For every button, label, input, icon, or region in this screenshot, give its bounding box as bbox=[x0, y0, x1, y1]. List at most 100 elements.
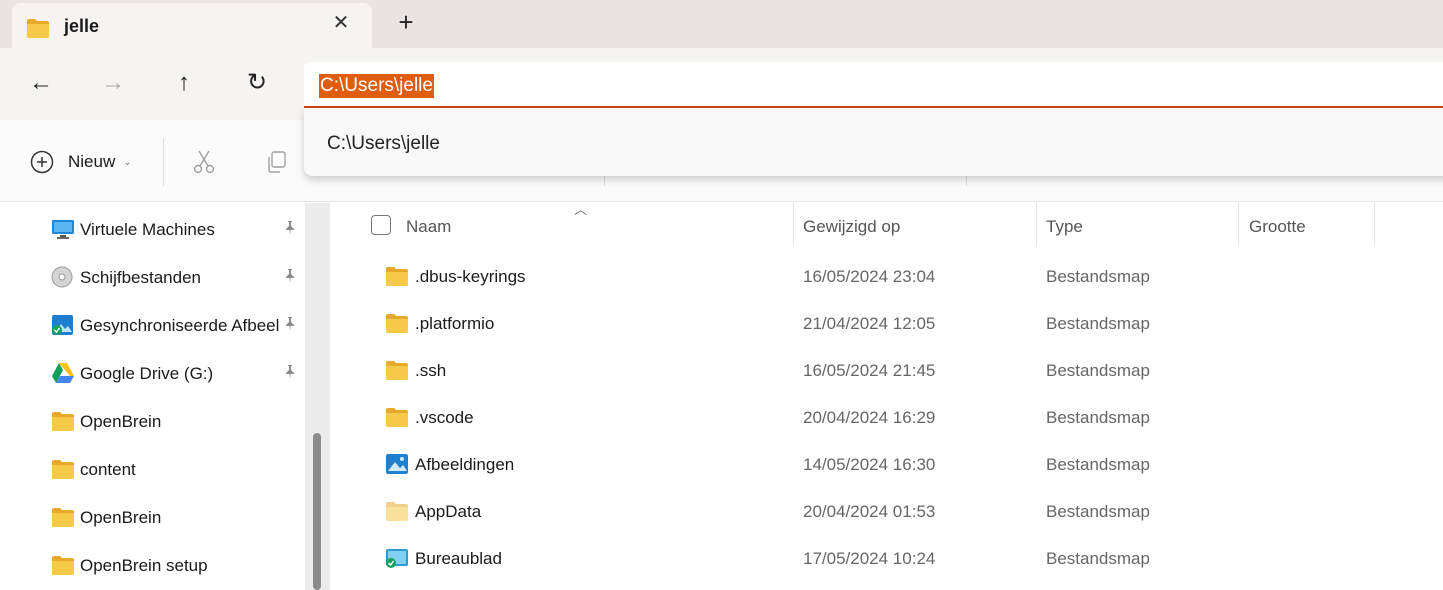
sort-ascending-icon: ︿ bbox=[574, 202, 588, 217]
file-name: Bureaublad bbox=[415, 549, 502, 568]
folder-icon bbox=[386, 314, 408, 333]
file-type: Bestandsmap bbox=[1046, 314, 1150, 333]
sidebar-item-label: Gesynchroniseerde Afbeeldingen bbox=[80, 316, 280, 335]
table-row[interactable]: Bureaublad 17/05/2024 10:24 Bestandsmap bbox=[330, 535, 1443, 582]
sidebar-item-label: Virtuele Machines bbox=[80, 220, 215, 239]
disc-icon bbox=[51, 266, 73, 288]
navigation-pane: Virtuele Machines Schijfbestanden Gesync… bbox=[0, 203, 305, 590]
table-row[interactable]: .ssh 16/05/2024 21:45 Bestandsmap bbox=[330, 347, 1443, 394]
folder-icon bbox=[52, 556, 74, 575]
file-name: Afbeeldingen bbox=[415, 455, 515, 474]
file-modified: 16/05/2024 21:45 bbox=[803, 361, 936, 380]
folder-icon bbox=[386, 361, 408, 380]
folder-icon bbox=[52, 460, 74, 479]
file-type: Bestandsmap bbox=[1046, 455, 1150, 474]
forward-button[interactable]: → bbox=[100, 70, 126, 96]
pin-icon[interactable] bbox=[282, 364, 298, 380]
address-suggestions: C:\Users\jelle bbox=[304, 108, 1443, 176]
pin-icon[interactable] bbox=[282, 268, 298, 284]
monitor-icon bbox=[52, 220, 74, 239]
desktop-folder-icon bbox=[386, 549, 408, 568]
column-header-size[interactable]: Grootte bbox=[1249, 217, 1306, 237]
tab-jelle[interactable]: jelle ✕ bbox=[12, 3, 372, 48]
sidebar-item-label: Google Drive (G:) bbox=[80, 364, 214, 383]
table-row[interactable]: Afbeeldingen 14/05/2024 16:30 Bestandsma… bbox=[330, 441, 1443, 488]
file-name: .platformio bbox=[415, 314, 495, 333]
sidebar-item-schijfbestanden[interactable]: Schijfbestanden bbox=[0, 253, 305, 299]
file-modified: 17/05/2024 10:24 bbox=[803, 549, 936, 568]
column-divider[interactable] bbox=[1374, 203, 1375, 245]
sidebar-item-gesynchroniseerde-afbeeldingen[interactable]: Gesynchroniseerde Afbeeldingen bbox=[0, 301, 305, 347]
new-button[interactable]: Nieuw ⌄ bbox=[30, 149, 132, 175]
tab-bar: jelle ✕ + bbox=[0, 0, 1443, 48]
select-all-checkbox[interactable] bbox=[371, 215, 391, 235]
folder-icon bbox=[386, 267, 408, 286]
pin-icon[interactable] bbox=[282, 316, 298, 332]
column-divider[interactable] bbox=[793, 203, 794, 245]
folder-icon bbox=[27, 19, 49, 38]
sidebar-item-openbrein-2[interactable]: OpenBrein bbox=[0, 493, 305, 539]
file-type: Bestandsmap bbox=[1046, 408, 1150, 427]
new-button-label: Nieuw bbox=[68, 152, 116, 171]
folder-icon bbox=[52, 508, 74, 527]
sidebar-item-label: OpenBrein bbox=[80, 412, 162, 431]
toolbar-divider bbox=[966, 176, 967, 186]
file-type: Bestandsmap bbox=[1046, 267, 1150, 286]
address-bar[interactable]: C:\Users\jelle bbox=[304, 62, 1443, 108]
new-tab-button[interactable]: + bbox=[393, 9, 419, 36]
column-divider[interactable] bbox=[1238, 203, 1239, 245]
refresh-button[interactable]: ↻ bbox=[244, 70, 270, 96]
file-type: Bestandsmap bbox=[1046, 549, 1150, 568]
cut-icon[interactable] bbox=[191, 149, 217, 175]
table-row[interactable]: .platformio 21/04/2024 12:05 Bestandsmap bbox=[330, 300, 1443, 347]
folder-icon bbox=[52, 412, 74, 431]
folder-icon bbox=[386, 408, 408, 427]
pin-icon[interactable] bbox=[282, 220, 298, 236]
file-name: .dbus-keyrings bbox=[415, 267, 526, 286]
file-name: .vscode bbox=[415, 408, 474, 427]
synced-pictures-icon bbox=[52, 315, 73, 335]
back-button[interactable]: ← bbox=[28, 70, 54, 96]
column-header-modified[interactable]: Gewijzigd op bbox=[803, 217, 900, 237]
column-header-name[interactable]: Naam bbox=[406, 217, 451, 237]
sidebar-item-content[interactable]: content bbox=[0, 445, 305, 491]
file-modified: 14/05/2024 16:30 bbox=[803, 455, 936, 474]
file-modified: 20/04/2024 01:53 bbox=[803, 502, 936, 521]
google-drive-icon bbox=[52, 363, 74, 383]
up-button[interactable]: ↑ bbox=[171, 70, 197, 96]
toolbar-divider bbox=[604, 176, 605, 186]
file-name: AppData bbox=[415, 502, 482, 521]
sidebar-item-google-drive[interactable]: Google Drive (G:) bbox=[0, 349, 305, 395]
plus-circle-icon bbox=[30, 150, 54, 174]
close-tab-icon[interactable]: ✕ bbox=[330, 12, 352, 34]
sidebar-item-virtuele-machines[interactable]: Virtuele Machines bbox=[0, 205, 305, 251]
sidebar-item-label: OpenBrein setup bbox=[80, 556, 208, 575]
pictures-folder-icon bbox=[386, 454, 408, 474]
column-divider[interactable] bbox=[1036, 203, 1037, 245]
file-modified: 20/04/2024 16:29 bbox=[803, 408, 936, 427]
file-type: Bestandsmap bbox=[1046, 502, 1150, 521]
sidebar-item-label: Schijfbestanden bbox=[80, 268, 201, 287]
sidebar-item-label: OpenBrein bbox=[80, 508, 162, 527]
chevron-down-icon: ⌄ bbox=[123, 156, 132, 168]
file-modified: 16/05/2024 23:04 bbox=[803, 267, 936, 286]
toolbar-divider bbox=[163, 138, 164, 186]
file-name: .ssh bbox=[415, 361, 447, 380]
column-header-type[interactable]: Type bbox=[1046, 217, 1083, 237]
file-modified: 21/04/2024 12:05 bbox=[803, 314, 936, 333]
copy-icon[interactable] bbox=[264, 149, 290, 175]
address-suggestion-item[interactable]: C:\Users\jelle bbox=[327, 133, 440, 155]
column-header-row: ︿ Naam Gewijzigd op Type Grootte bbox=[330, 202, 1443, 249]
sidebar-item-openbrein-setup[interactable]: OpenBrein setup bbox=[0, 541, 305, 587]
table-row[interactable]: AppData 20/04/2024 01:53 Bestandsmap bbox=[330, 488, 1443, 535]
table-row[interactable]: .dbus-keyrings 16/05/2024 23:04 Bestands… bbox=[330, 253, 1443, 300]
sidebar-scrollbar-thumb[interactable] bbox=[313, 433, 321, 590]
tab-title: jelle bbox=[64, 16, 100, 36]
sidebar-item-openbrein[interactable]: OpenBrein bbox=[0, 397, 305, 443]
table-row[interactable]: .vscode 20/04/2024 16:29 Bestandsmap bbox=[330, 394, 1443, 441]
sidebar-item-label: content bbox=[80, 460, 136, 479]
file-list: ︿ Naam Gewijzigd op Type Grootte .dbus-k… bbox=[330, 202, 1443, 590]
hidden-folder-icon bbox=[386, 502, 408, 521]
file-type: Bestandsmap bbox=[1046, 361, 1150, 380]
address-input[interactable]: C:\Users\jelle bbox=[319, 74, 434, 98]
